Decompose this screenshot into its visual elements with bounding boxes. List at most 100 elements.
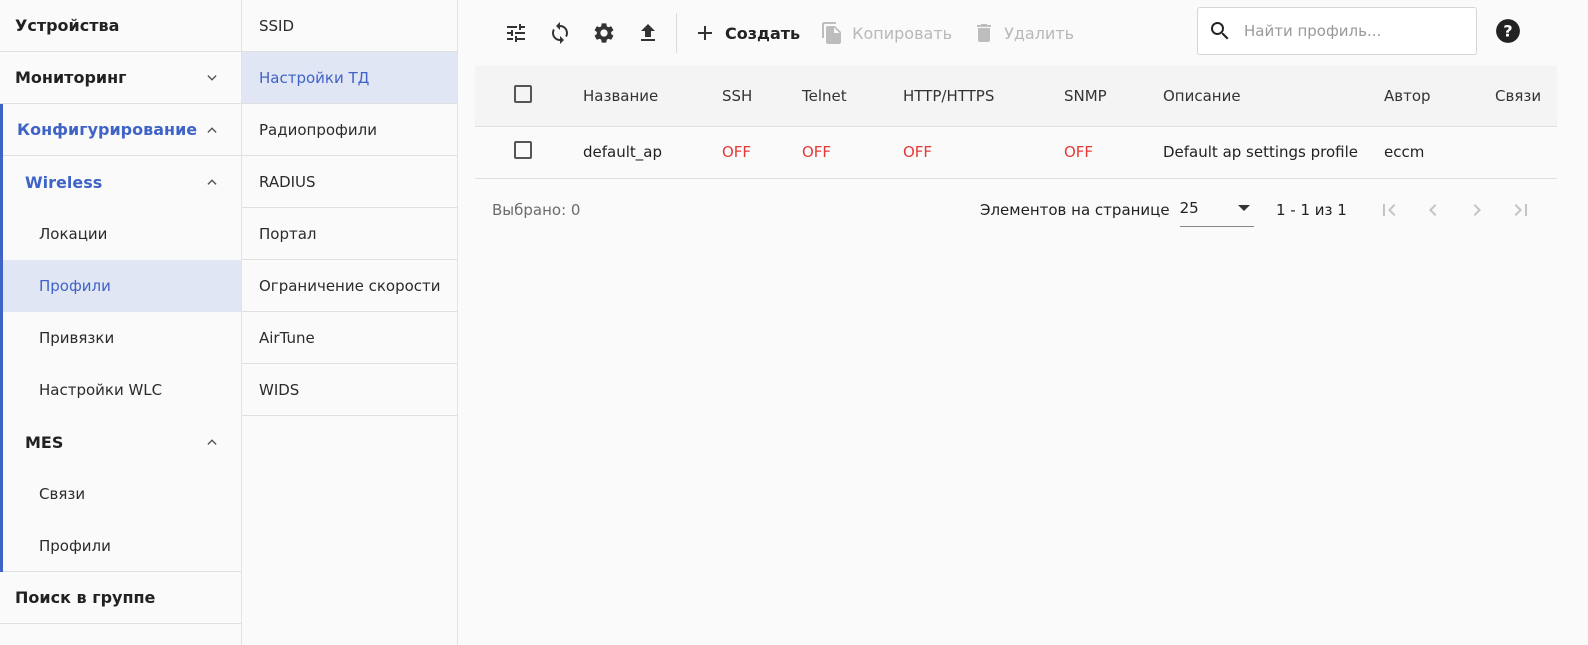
main-content: Создать Копировать Удалить ? Название — [458, 0, 1588, 645]
search-box[interactable] — [1197, 7, 1477, 55]
delete-button[interactable]: Удалить — [962, 13, 1084, 53]
last-page-icon — [1514, 203, 1527, 216]
column-header-author[interactable]: Автор — [1384, 66, 1495, 126]
first-page-icon — [1383, 203, 1396, 216]
search-input[interactable] — [1244, 22, 1444, 40]
sublist-item-label: Настройки ТД — [259, 68, 370, 87]
chevron-up-icon — [205, 435, 219, 449]
chevron-right-icon — [1473, 203, 1481, 216]
column-header-description[interactable]: Описание — [1163, 66, 1384, 126]
column-header-telnet[interactable]: Telnet — [802, 66, 903, 126]
column-header-snmp[interactable]: SNMP — [1064, 66, 1163, 126]
nav-item-label: Настройки WLC — [39, 381, 163, 399]
column-header-http[interactable]: HTTP/HTTPS — [903, 66, 1064, 126]
nav-item-label: Привязки — [39, 329, 115, 347]
nav-monitoring[interactable]: Мониторинг — [0, 52, 241, 104]
sublist-item-airtune[interactable]: AirTune — [242, 312, 457, 364]
sublist-item-label: Ограничение скорости — [259, 276, 441, 295]
row-checkbox[interactable] — [514, 141, 532, 159]
items-per-page-label: Элементов на странице — [980, 200, 1170, 219]
nav-item-bindings[interactable]: Привязки — [3, 312, 241, 364]
help-icon[interactable]: ? — [1495, 18, 1521, 44]
cell-ssh: OFF — [722, 143, 752, 161]
prev-page-button[interactable] — [1417, 194, 1449, 226]
nav-devices-label: Устройства — [15, 16, 120, 35]
nav-wireless-label: Wireless — [25, 172, 103, 192]
items-per-page: Элементов на странице 25 — [980, 193, 1254, 227]
select-all-checkbox[interactable] — [514, 84, 532, 103]
nav-item-label: Профили — [39, 277, 111, 295]
copy-button-label: Копировать — [852, 23, 953, 43]
profile-type-list: SSID Настройки ТД Радиопрофили RADIUS По… — [242, 0, 458, 645]
next-page-button[interactable] — [1461, 194, 1493, 226]
chevron-left-icon — [1429, 203, 1437, 216]
svg-text:?: ? — [1503, 21, 1512, 40]
sublist-item-radius[interactable]: RADIUS — [242, 156, 457, 208]
main-navigation: Устройства Мониторинг Конфигурирование W… — [0, 0, 242, 645]
upload-icon[interactable] — [626, 11, 670, 55]
column-header-name[interactable]: Название — [583, 66, 722, 126]
items-per-page-value: 25 — [1179, 199, 1199, 217]
chevron-down-icon — [205, 71, 219, 85]
sublist-item-label: WIDS — [259, 380, 300, 399]
sublist-item-rate-limit[interactable]: Ограничение скорости — [242, 260, 457, 312]
cell-links — [1495, 126, 1557, 178]
sublist-item-label: AirTune — [259, 328, 315, 347]
copy-button[interactable]: Копировать — [810, 13, 962, 53]
nav-item-label: Локации — [39, 225, 108, 243]
page-range: 1 - 1 из 1 — [1276, 200, 1347, 219]
nav-item-label: Связи — [39, 485, 86, 503]
sublist-item-ssid[interactable]: SSID — [242, 0, 457, 52]
sublist-item-label: RADIUS — [259, 172, 316, 191]
profiles-table: Название SSH Telnet HTTP/HTTPS SNMP Опис… — [475, 66, 1557, 179]
refresh-icon[interactable] — [538, 11, 582, 55]
column-header-ssh[interactable]: SSH — [722, 66, 802, 126]
nav-item-label: Профили — [39, 536, 111, 555]
nav-mes[interactable]: MES — [3, 416, 241, 468]
sublist-item-label: Портал — [259, 224, 317, 243]
nav-configuration-label: Конфигурирование — [17, 120, 198, 139]
cell-telnet: OFF — [802, 143, 832, 161]
trash-icon — [977, 24, 992, 42]
column-header-links[interactable]: Связи — [1495, 66, 1557, 126]
first-page-button[interactable] — [1373, 194, 1405, 226]
nav-item-mes-profiles[interactable]: Профили — [3, 520, 241, 572]
nav-wireless[interactable]: Wireless — [3, 156, 241, 208]
toolbar: Создать Копировать Удалить ? — [475, 0, 1572, 66]
copy-icon — [822, 22, 842, 44]
sublist-item-ap-settings[interactable]: Настройки ТД — [242, 52, 457, 104]
nav-group-search-label: Поиск в группе — [15, 588, 156, 607]
nav-item-profiles[interactable]: Профили — [3, 260, 241, 312]
nav-item-mes-links[interactable]: Связи — [3, 468, 241, 520]
nav-item-locations[interactable]: Локации — [3, 208, 241, 260]
search-icon — [1211, 22, 1229, 40]
paginator: Выбрано: 0 Элементов на странице 25 1 - … — [475, 179, 1572, 241]
create-button-label: Создать — [725, 23, 801, 43]
chevron-up-icon — [205, 175, 219, 189]
items-per-page-select[interactable]: 25 — [1179, 193, 1254, 227]
nav-devices[interactable]: Устройства — [0, 0, 241, 52]
sublist-item-portal[interactable]: Портал — [242, 208, 457, 260]
nav-group-search[interactable]: Поиск в группе — [0, 572, 241, 624]
plus-icon — [698, 26, 712, 40]
sublist-item-label: Радиопрофили — [259, 120, 377, 139]
last-page-button[interactable] — [1505, 194, 1537, 226]
cell-description: Default ap settings profile — [1163, 143, 1359, 161]
table-row[interactable]: default_ap OFF OFF OFF OFF Default ap se… — [475, 126, 1557, 178]
sublist-item-radio-profiles[interactable]: Радиопрофили — [242, 104, 457, 156]
sublist-item-wids[interactable]: WIDS — [242, 364, 457, 416]
dropdown-arrow-icon — [1237, 205, 1250, 211]
cell-author: eccm — [1384, 143, 1425, 161]
nav-item-wlc-settings[interactable]: Настройки WLC — [3, 364, 241, 416]
tune-icon[interactable] — [494, 11, 538, 55]
cell-snmp: OFF — [1064, 143, 1094, 161]
nav-configuration[interactable]: Конфигурирование — [3, 104, 241, 156]
nav-monitoring-label: Мониторинг — [15, 68, 127, 87]
gear-icon[interactable] — [582, 11, 626, 55]
sublist-item-label: SSID — [259, 16, 295, 35]
nav-mes-label: MES — [25, 432, 64, 452]
cell-http: OFF — [903, 143, 933, 161]
delete-button-label: Удалить — [1004, 23, 1075, 43]
create-button[interactable]: Создать — [683, 13, 810, 53]
selected-count: Выбрано: 0 — [492, 200, 581, 219]
